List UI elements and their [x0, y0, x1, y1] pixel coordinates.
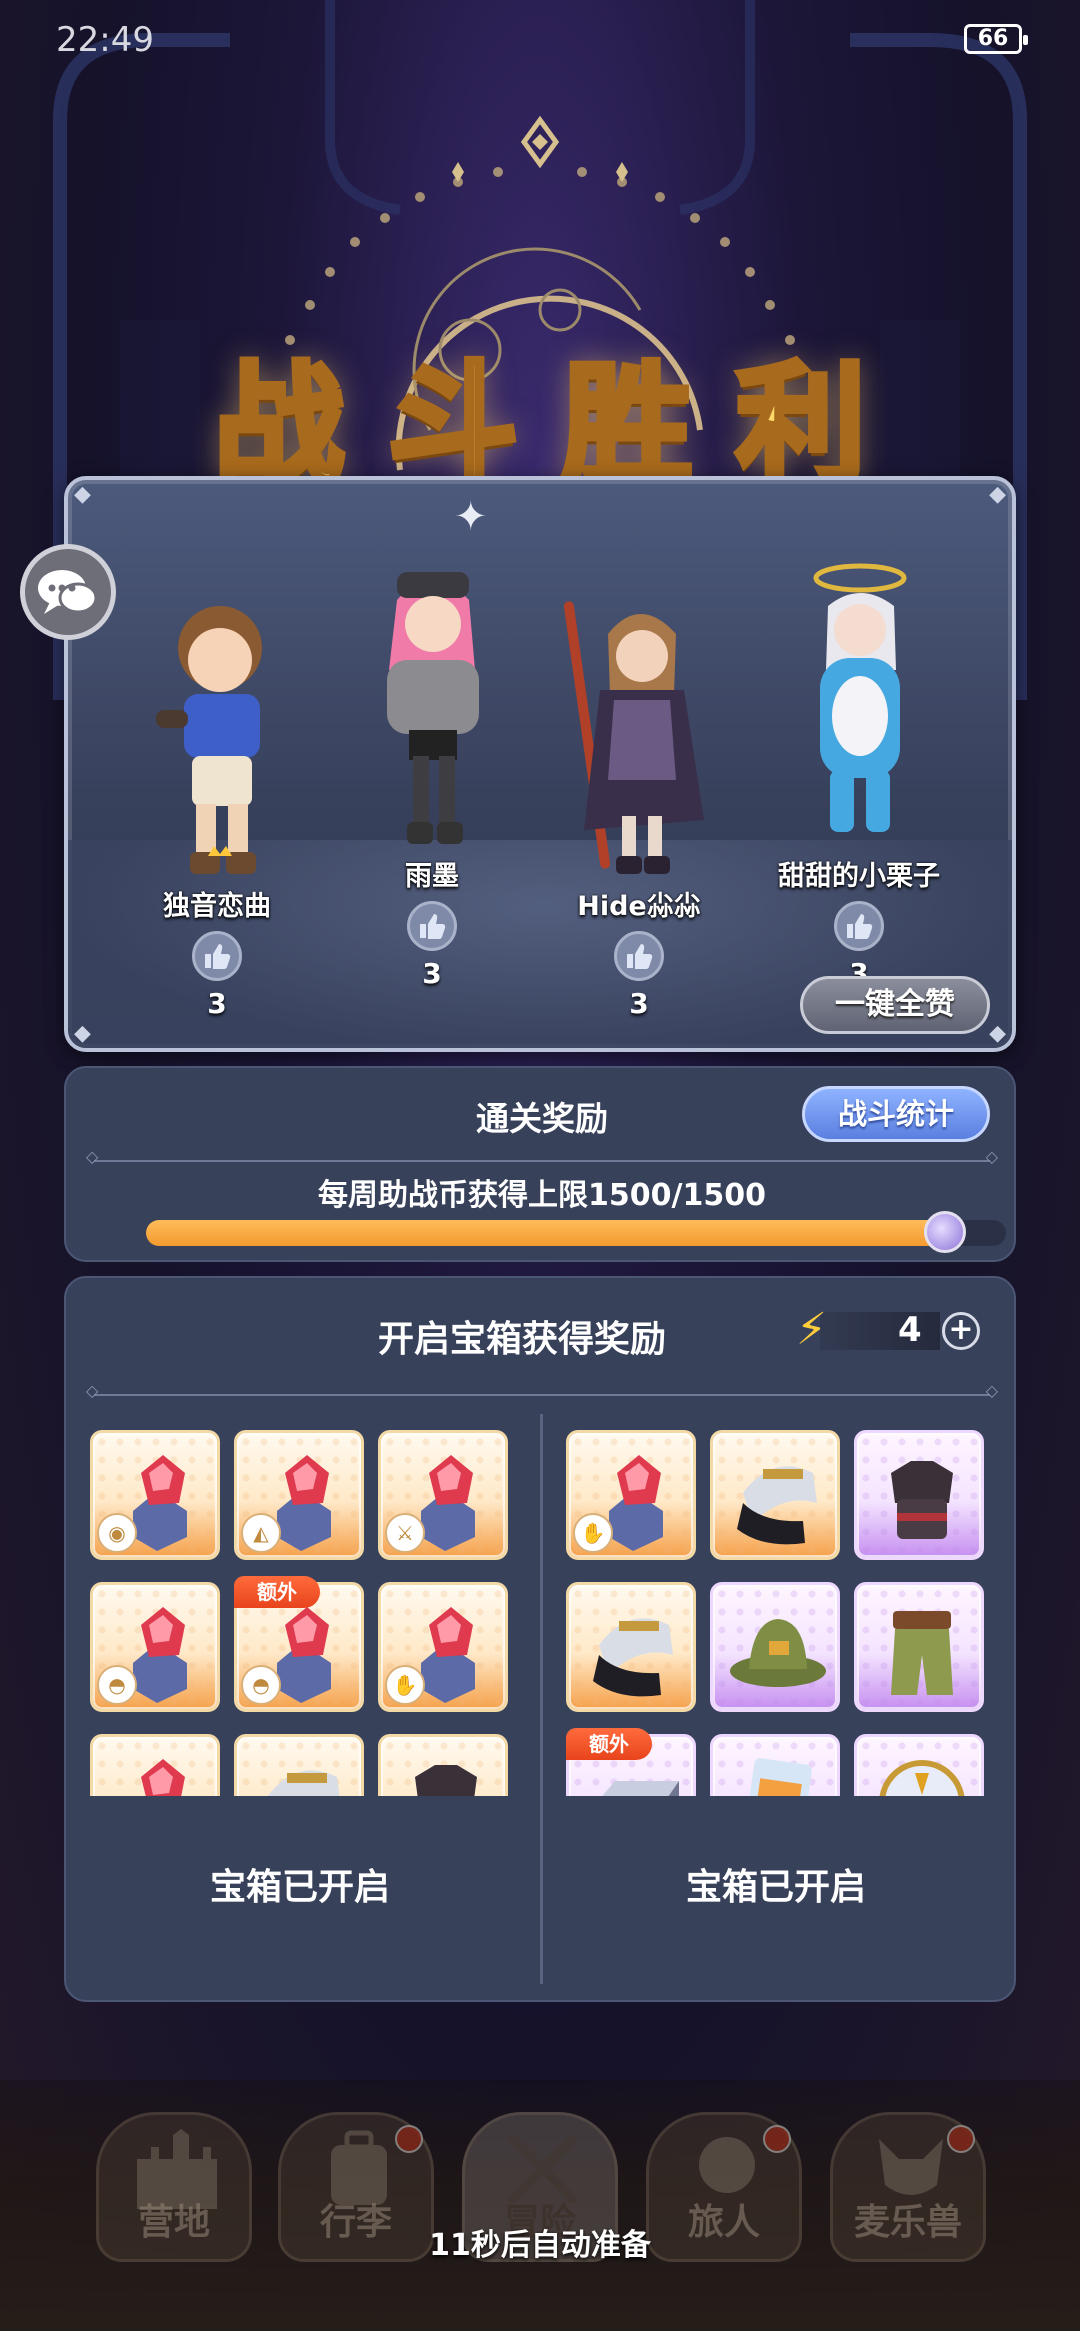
reward-item[interactable]: ✋ — [378, 1582, 508, 1712]
weekly-progress-bar — [146, 1211, 1006, 1253]
reward-item[interactable] — [710, 1734, 840, 1796]
reward-item[interactable] — [854, 1734, 984, 1796]
chat-button[interactable] — [20, 544, 116, 640]
add-energy-button[interactable]: + — [942, 1312, 980, 1350]
corner-ornament: ◆ — [989, 1021, 1006, 1046]
corner-ornament: ◆ — [989, 482, 1006, 507]
clear-reward-panel: 通关奖励 战斗统计 每周助战币获得上限1500/1500 — [64, 1066, 1016, 1262]
reward-item[interactable] — [710, 1582, 840, 1712]
thumbs-up-icon — [420, 914, 446, 939]
energy-counter: ⚡ 4 + — [796, 1304, 986, 1355]
like-button[interactable] — [614, 931, 664, 981]
orb-icon — [879, 1760, 965, 1796]
lightning-icon: ⚡ — [796, 1304, 827, 1355]
player-avatar — [563, 601, 704, 874]
coin-icon — [924, 1211, 966, 1253]
ticket-icon — [744, 1758, 812, 1796]
like-count: 3 — [629, 987, 649, 1020]
gauntlet-icon — [267, 1770, 340, 1796]
reward-item[interactable]: ◭ — [234, 1430, 364, 1560]
right-chest-opened: 宝箱已开启 — [685, 1867, 866, 1908]
column-separator — [540, 1414, 543, 1984]
reward-item[interactable]: ✋ — [566, 1430, 696, 1560]
player-name: 雨墨 — [405, 861, 459, 892]
thumbs-up-icon — [205, 944, 231, 969]
corner-ornament: ◆ — [74, 1021, 91, 1046]
player-avatar — [156, 606, 262, 874]
boots-icon: ◭ — [241, 1513, 281, 1553]
reward-item[interactable] — [378, 1734, 508, 1796]
player-avatar — [813, 563, 907, 832]
slot-badge-icon: ◉ — [97, 1513, 137, 1553]
battle-stats-button[interactable]: 战斗统计 — [802, 1086, 990, 1142]
gauntlet-icon — [593, 1618, 673, 1697]
gauntlet-icon — [737, 1466, 817, 1545]
hat-icon — [730, 1619, 826, 1687]
energy-bar — [820, 1312, 940, 1350]
sword-icon: ⚔ — [385, 1513, 425, 1553]
player-card: 甜甜的小栗子 3 — [749, 560, 969, 990]
auto-ready-countdown: 11秒后自动准备 — [429, 2228, 651, 2263]
extra-tag: 额外 — [234, 1576, 320, 1608]
reward-item[interactable] — [90, 1734, 220, 1796]
divider — [86, 1381, 998, 1400]
like-count: 3 — [207, 987, 227, 1020]
reward-item[interactable]: ◉ — [90, 1430, 220, 1560]
player-name: 独音恋曲 — [163, 891, 271, 922]
divider — [86, 1147, 998, 1166]
reward-item[interactable] — [854, 1582, 984, 1712]
like-button[interactable] — [834, 901, 884, 951]
sparkle-icon: ✦ — [454, 494, 488, 540]
glove-icon: ✋ — [573, 1513, 613, 1553]
player-card: 独音恋曲 3 — [107, 590, 327, 1020]
energy-count: 4 — [898, 1310, 922, 1350]
reward-item[interactable]: ◓ — [90, 1582, 220, 1712]
reward-item[interactable] — [234, 1734, 364, 1796]
crystal-icon — [141, 1759, 185, 1796]
left-chest-grid: ◉ ◭ ⚔ ◓ 额外 ◓ ✋ — [90, 1430, 510, 1796]
left-chest-opened: 宝箱已开启 — [209, 1867, 390, 1908]
extra-tag: 额外 — [566, 1728, 652, 1760]
player-name: 甜甜的小栗子 — [778, 861, 940, 892]
corner-ornament: ◆ — [74, 482, 91, 507]
reward-item[interactable] — [710, 1430, 840, 1560]
status-time: 22:49 — [56, 20, 154, 60]
like-all-button[interactable]: 一键全赞 — [800, 976, 990, 1034]
thumbs-up-icon — [847, 914, 873, 939]
reward-item[interactable] — [854, 1430, 984, 1560]
pants-icon — [891, 1611, 953, 1695]
helmet-icon: ◓ — [241, 1665, 281, 1705]
status-bar: 22:49 66 — [0, 0, 1080, 80]
thumbs-up-icon — [627, 944, 653, 969]
right-chest-grid: ✋ 额外 — [566, 1430, 986, 1796]
helmet-icon: ◓ — [97, 1665, 137, 1705]
reward-item[interactable] — [566, 1582, 696, 1712]
reward-item[interactable]: ⚔ — [378, 1430, 508, 1560]
glove-icon: ✋ — [385, 1665, 425, 1705]
armor-icon — [891, 1461, 953, 1539]
nav-overlay — [0, 2080, 1080, 2331]
player-name: Hide尛尛 — [577, 891, 701, 922]
weekly-limit-text: 每周助战币获得上限1500/1500 — [318, 1178, 766, 1213]
progress-fill — [146, 1220, 946, 1246]
armor-icon — [415, 1765, 477, 1796]
chat-icon — [38, 570, 98, 614]
like-button[interactable] — [192, 931, 242, 981]
chest-reward-panel: 开启宝箱获得奖励 ⚡ 4 + ◉ ◭ ⚔ ◓ 额外 ◓ ✋ — [64, 1276, 1016, 2002]
player-avatar — [387, 572, 479, 844]
player-card: Hide尛尛 3 — [529, 590, 749, 1020]
like-count: 3 — [422, 957, 442, 990]
battery-icon: 66 — [964, 24, 1028, 54]
like-button[interactable] — [407, 901, 457, 951]
player-card: 雨墨 3 — [322, 560, 542, 990]
